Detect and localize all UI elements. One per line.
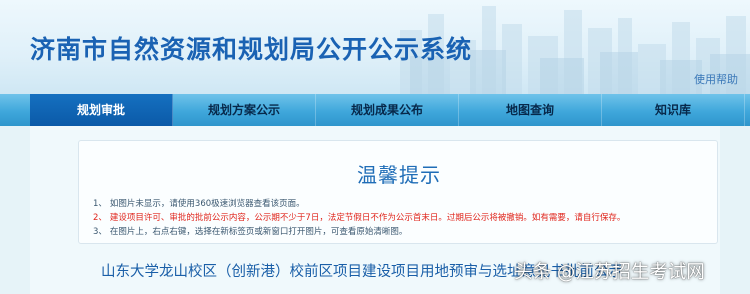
site-title: 济南市自然资源和规划局公开公示系统 <box>30 35 473 64</box>
notice-line-3: 3、 在图片上，右点右键，选择在新标签页或新窗口打开图片，可查看原始清晰图。 <box>93 225 713 239</box>
notice-line-number: 3、 <box>93 227 107 237</box>
notice-line-text: 建设项目许可、审批的批前公示内容，公示期不少于7日，法定节假日不作为公示首末日。… <box>109 213 626 223</box>
nav-tab-map-query[interactable]: 地图查询 <box>459 94 602 126</box>
site-header: 济南市自然资源和规划局公开公示系统 使用帮助 <box>0 0 750 94</box>
notice-line-number: 1、 <box>93 199 107 209</box>
notice-title: 温馨提示 <box>357 163 441 187</box>
notice-line-text: 如图片未显示，请使用360极速浏览器查看该页面。 <box>109 199 305 209</box>
notice-line-number: 2、 <box>93 213 107 223</box>
notice-line-text: 在图片上，右点右键，选择在新标签页或新窗口打开图片，可查看原始清晰图。 <box>109 227 408 237</box>
nav-tab-plan-results[interactable]: 规划成果公布 <box>316 94 459 126</box>
help-link[interactable]: 使用帮助 <box>694 71 738 87</box>
nav-tab-plan-publicity[interactable]: 规划方案公示 <box>173 94 316 126</box>
notice-list: 1、 如图片未显示，请使用360极速浏览器查看该页面。 2、 建设项目许可、审批的批… <box>93 197 713 239</box>
nav-tab-knowledge-base[interactable]: 知识库 <box>602 94 745 126</box>
watermark-text: 头条 @江苏招生考试网 <box>514 262 705 283</box>
notice-line-1: 1、 如图片未显示，请使用360极速浏览器查看该页面。 <box>93 197 713 211</box>
notice-box: 温馨提示 1、 如图片未显示，请使用360极速浏览器查看该页面。 2、 建设项目许可… <box>78 140 718 244</box>
nav-tab-planning-approval[interactable]: 规划审批 <box>30 94 173 126</box>
notice-line-2: 2、 建设项目许可、审批的批前公示内容，公示期不少于7日，法定节假日不作为公示首末… <box>93 211 713 225</box>
main-nav: 规划审批 规划方案公示 规划成果公布 地图查询 知识库 <box>0 94 750 126</box>
